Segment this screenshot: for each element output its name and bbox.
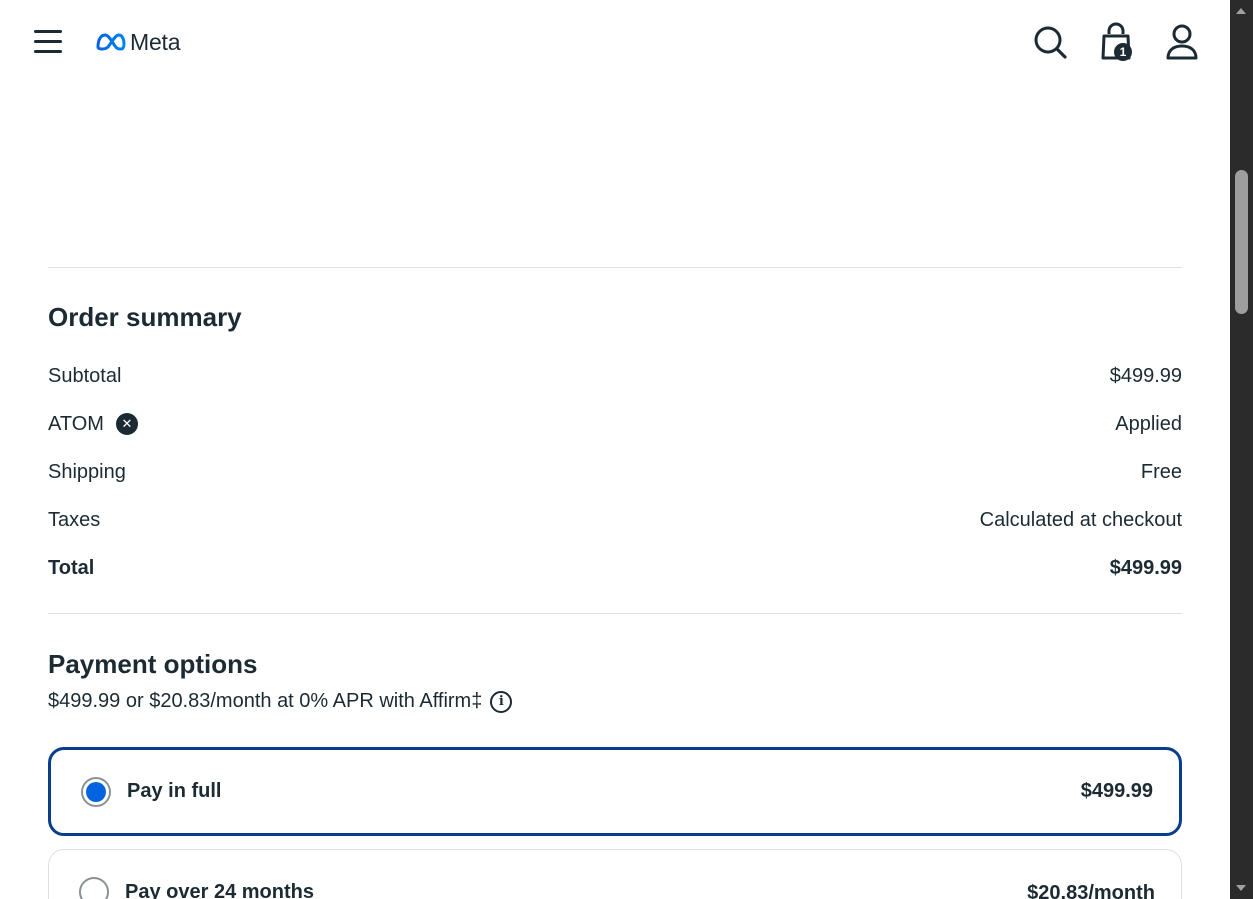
subtotal-row: Subtotal $499.99 [48, 361, 1182, 391]
account-button[interactable] [1162, 22, 1202, 62]
taxes-label: Taxes [48, 508, 101, 531]
meta-infinity-logo-icon [96, 33, 126, 51]
payment-options-title: Payment options [48, 649, 258, 679]
user-icon [1166, 24, 1198, 60]
search-icon [1034, 26, 1067, 59]
brand-name: Meta [130, 28, 181, 55]
taxes-row: Taxes Calculated at checkout [48, 505, 1182, 535]
shipping-value: Free [1140, 460, 1182, 483]
page-scrollbar[interactable] [1230, 0, 1253, 899]
pay-in-full-option[interactable]: Pay in full $499.99 [48, 747, 1182, 836]
pay-over-time-radio[interactable] [79, 877, 109, 899]
search-button[interactable] [1030, 22, 1070, 62]
pay-in-full-radio[interactable] [81, 776, 111, 807]
shipping-label: Shipping [48, 460, 126, 483]
hamburger-menu-icon[interactable] [34, 29, 62, 53]
promo-code-label: ATOM [48, 412, 104, 435]
section-divider [48, 267, 1182, 268]
remove-promo-close-icon[interactable]: ✕ [115, 413, 138, 435]
cart-count-badge: 1 [1114, 43, 1132, 61]
scroll-up-arrow-icon[interactable] [1236, 8, 1246, 14]
subtotal-value: $499.99 [1109, 364, 1182, 387]
pay-in-full-label: Pay in full [127, 780, 222, 802]
scroll-down-arrow-icon[interactable] [1236, 885, 1246, 891]
affirm-financing-line: $499.99 or $20.83/month at 0% APR with A… [48, 690, 513, 713]
site-header: Meta 1 [0, 0, 1230, 84]
section-divider [48, 613, 1182, 614]
order-summary-title: Order summary [48, 302, 242, 332]
meta-logo[interactable]: Meta [95, 27, 181, 57]
total-label: Total [48, 556, 95, 579]
pay-over-time-label: Pay over 24 months [125, 880, 314, 899]
scroll-thumb[interactable] [1235, 170, 1248, 314]
pay-over-time-option[interactable]: Pay over 24 months $20.83/month [48, 849, 1182, 899]
promo-code-status: Applied [1115, 412, 1182, 435]
shipping-row: Shipping Free [48, 457, 1182, 487]
checkout-page: Meta 1 Order summary Subtotal $499.99 AT… [0, 0, 1230, 899]
pay-in-full-price: $499.99 [1080, 780, 1153, 802]
promo-code-row: ATOM ✕ Applied [48, 409, 1182, 439]
info-icon[interactable]: i [490, 690, 513, 713]
subtotal-label: Subtotal [48, 364, 122, 387]
total-row: Total $499.99 [48, 553, 1182, 583]
total-value: $499.99 [1109, 556, 1182, 579]
pay-over-time-price: $20.83/month [1027, 882, 1155, 899]
cart-button[interactable]: 1 [1096, 22, 1136, 62]
taxes-value: Calculated at checkout [979, 508, 1182, 531]
affirm-financing-text: $499.99 or $20.83/month at 0% APR with A… [48, 690, 483, 712]
